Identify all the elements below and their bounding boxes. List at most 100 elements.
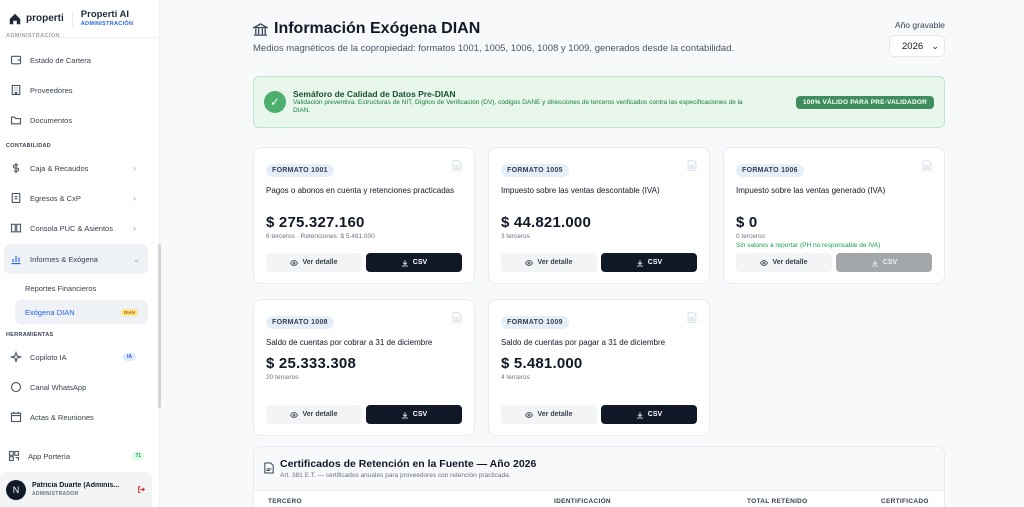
download-icon: [871, 259, 878, 266]
year-selector-block: Año gravable 2026 ⌄: [889, 20, 945, 57]
format-amount: $ 5.481.000: [501, 355, 583, 372]
view-detail-label: Ver detalle: [537, 411, 573, 418]
format-description: Saldo de cuentas por cobrar a 31 de dici…: [266, 338, 433, 347]
year-value: 2026: [902, 40, 924, 52]
eye-icon: [290, 411, 299, 418]
book-icon: [10, 223, 22, 233]
format-meta: 4 terceros: [501, 374, 530, 381]
chevron-down-icon: ⌄: [132, 253, 140, 264]
card-actions: Ver detalle CSV: [736, 253, 932, 272]
sidebar-item-label: Actas & Reuniones: [30, 412, 94, 422]
banner-title: Semáforo de Calidad de Datos Pre-DIAN: [293, 88, 456, 99]
certificates-table-header: TERCERO IDENTIFICACIÓN TOTAL RETENIDO CE…: [254, 491, 944, 505]
banner-description: Validación preventiva: Estructuras de NI…: [293, 99, 743, 115]
sidebar-item-label: Proveedores: [30, 85, 73, 95]
year-select[interactable]: 2026 ⌄: [889, 35, 945, 57]
calendar-icon: [10, 411, 22, 423]
sidebar-item-label: Copiloto IA: [30, 352, 67, 362]
format-note: Sin valores a reportar (PH no responsabl…: [736, 242, 881, 249]
format-badge: FORMATO 1001: [266, 164, 334, 177]
view-detail-button[interactable]: Ver detalle: [736, 253, 832, 272]
sidebar-item-estado-cartera[interactable]: Estado de Cartera: [0, 45, 158, 75]
csv-button[interactable]: CSV: [366, 405, 462, 424]
card-actions: Ver detalle CSV: [266, 253, 462, 272]
view-detail-button[interactable]: Ver detalle: [266, 405, 362, 424]
sidebar-item-proveedores[interactable]: Proveedores: [0, 75, 158, 105]
document-icon[interactable]: [922, 160, 932, 171]
view-detail-label: Ver detalle: [302, 411, 338, 418]
csv-label: CSV: [412, 259, 428, 266]
certificates-title: Certificados de Retención en la Fuente —…: [280, 458, 537, 470]
column-header-identificacion: IDENTIFICACIÓN: [554, 498, 611, 505]
sidebar-item-consola-puc[interactable]: Consola PUC & Asientos ›: [0, 213, 158, 243]
ia-badge: IA: [123, 353, 136, 361]
porteria-badge: 71: [132, 452, 144, 460]
format-meta: 3 terceros: [501, 233, 530, 240]
sparkle-icon: [10, 351, 22, 363]
receipt-icon: [11, 192, 21, 204]
brand-logo-text: properti: [26, 13, 64, 24]
column-header-total-retenido: TOTAL RETENIDO: [747, 498, 808, 505]
sidebar-scrollbar[interactable]: [158, 244, 161, 408]
user-card[interactable]: N Patricia Duarte (Adminis... ADMINISTRA…: [0, 472, 152, 507]
bank-icon: [253, 22, 268, 36]
csv-button-disabled[interactable]: CSV: [836, 253, 932, 272]
house-logo-icon: [9, 13, 21, 24]
document-icon[interactable]: [452, 160, 462, 171]
sidebar-item-app-porteria[interactable]: App Portería 71: [0, 441, 158, 471]
year-label: Año gravable: [894, 20, 945, 30]
validation-badge: 100% VÁLIDO PARA PRE-VALIDADOR: [796, 95, 934, 109]
sidebar-subitem-reportes[interactable]: Reportes Financieros: [0, 276, 158, 300]
certificates-subtitle: Art. 381 E.T. — certificados anuales par…: [280, 472, 511, 479]
column-header-certificado: CERTIFICADO: [881, 498, 929, 505]
format-card-1005: FORMATO 1005 Impuesto sobre las ventas d…: [488, 147, 710, 284]
download-icon: [636, 411, 643, 418]
view-detail-button[interactable]: Ver detalle: [501, 405, 597, 424]
card-actions: Ver detalle CSV: [266, 405, 462, 424]
download-icon: [401, 259, 408, 266]
view-detail-button[interactable]: Ver detalle: [266, 253, 362, 272]
sidebar-item-label: Consola PUC & Asientos: [30, 223, 113, 233]
format-meta: 6 terceros · Retenciones: $ 5.481.000: [266, 233, 375, 240]
format-description: Impuesto sobre las ventas descontable (I…: [501, 186, 660, 195]
format-description: Impuesto sobre las ventas generado (IVA): [736, 186, 886, 195]
sidebar-item-caja-recaudos[interactable]: Caja & Recaudos ›: [0, 153, 158, 183]
sidebar-subitem-label: Exógena DIAN: [25, 307, 75, 317]
wallet-icon: [10, 55, 22, 65]
sidebar-item-canal-whatsapp[interactable]: Canal WhatsApp: [0, 372, 158, 402]
sidebar-item-copiloto-ia[interactable]: Copiloto IA IA: [0, 342, 158, 372]
view-detail-button[interactable]: Ver detalle: [501, 253, 597, 272]
sidebar-subitem-exogena-dian[interactable]: Exógena DIAN DIAN: [15, 300, 148, 324]
csv-button[interactable]: CSV: [601, 405, 697, 424]
chevron-right-icon: ›: [133, 223, 136, 233]
chevron-down-icon: ⌄: [931, 40, 939, 51]
chevron-right-icon: ›: [133, 193, 136, 203]
document-icon[interactable]: [687, 160, 697, 171]
csv-button[interactable]: CSV: [601, 253, 697, 272]
sidebar-item-egresos-cxp[interactable]: Egresos & CxP ›: [0, 183, 158, 213]
document-icon[interactable]: [452, 312, 462, 323]
banner-text: Semáforo de Calidad de Datos Pre-DIAN Va…: [293, 89, 789, 116]
view-detail-label: Ver detalle: [772, 259, 808, 266]
sidebar-item-documentos[interactable]: Documentos: [0, 105, 158, 135]
csv-button[interactable]: CSV: [366, 253, 462, 272]
logout-icon[interactable]: [137, 485, 146, 494]
format-card-1009: FORMATO 1009 Saldo de cuentas por pagar …: [488, 299, 710, 436]
brand-logo[interactable]: properti: [8, 12, 64, 26]
sidebar-item-label: Estado de Cartera: [30, 55, 91, 65]
data-quality-banner: ✓ Semáforo de Calidad de Datos Pre-DIAN …: [253, 76, 945, 128]
user-name: Patricia Duarte (Adminis...: [32, 482, 120, 490]
sidebar-item-label: Egresos & CxP: [30, 193, 81, 203]
format-meta: 0 terceros: [736, 233, 765, 240]
sidebar-item-label: Informes & Exógena: [30, 254, 98, 264]
brand-title: Properti AI: [80, 9, 129, 21]
sidebar-item-actas-reuniones[interactable]: Actas & Reuniones: [0, 402, 158, 432]
sidebar-item-informes-exogena[interactable]: Informes & Exógena ⌄: [4, 244, 148, 274]
certificates-titles: Certificados de Retención en la Fuente —…: [280, 458, 536, 479]
csv-label: CSV: [882, 259, 898, 266]
sidebar-subitem-label: Reportes Financieros: [25, 283, 97, 293]
document-icon[interactable]: [687, 312, 697, 323]
brand-name: Properti AI ADMINISTRACIÓN: [80, 9, 133, 26]
sidebar-item-label: App Portería: [28, 451, 71, 461]
building-icon: [11, 84, 21, 96]
